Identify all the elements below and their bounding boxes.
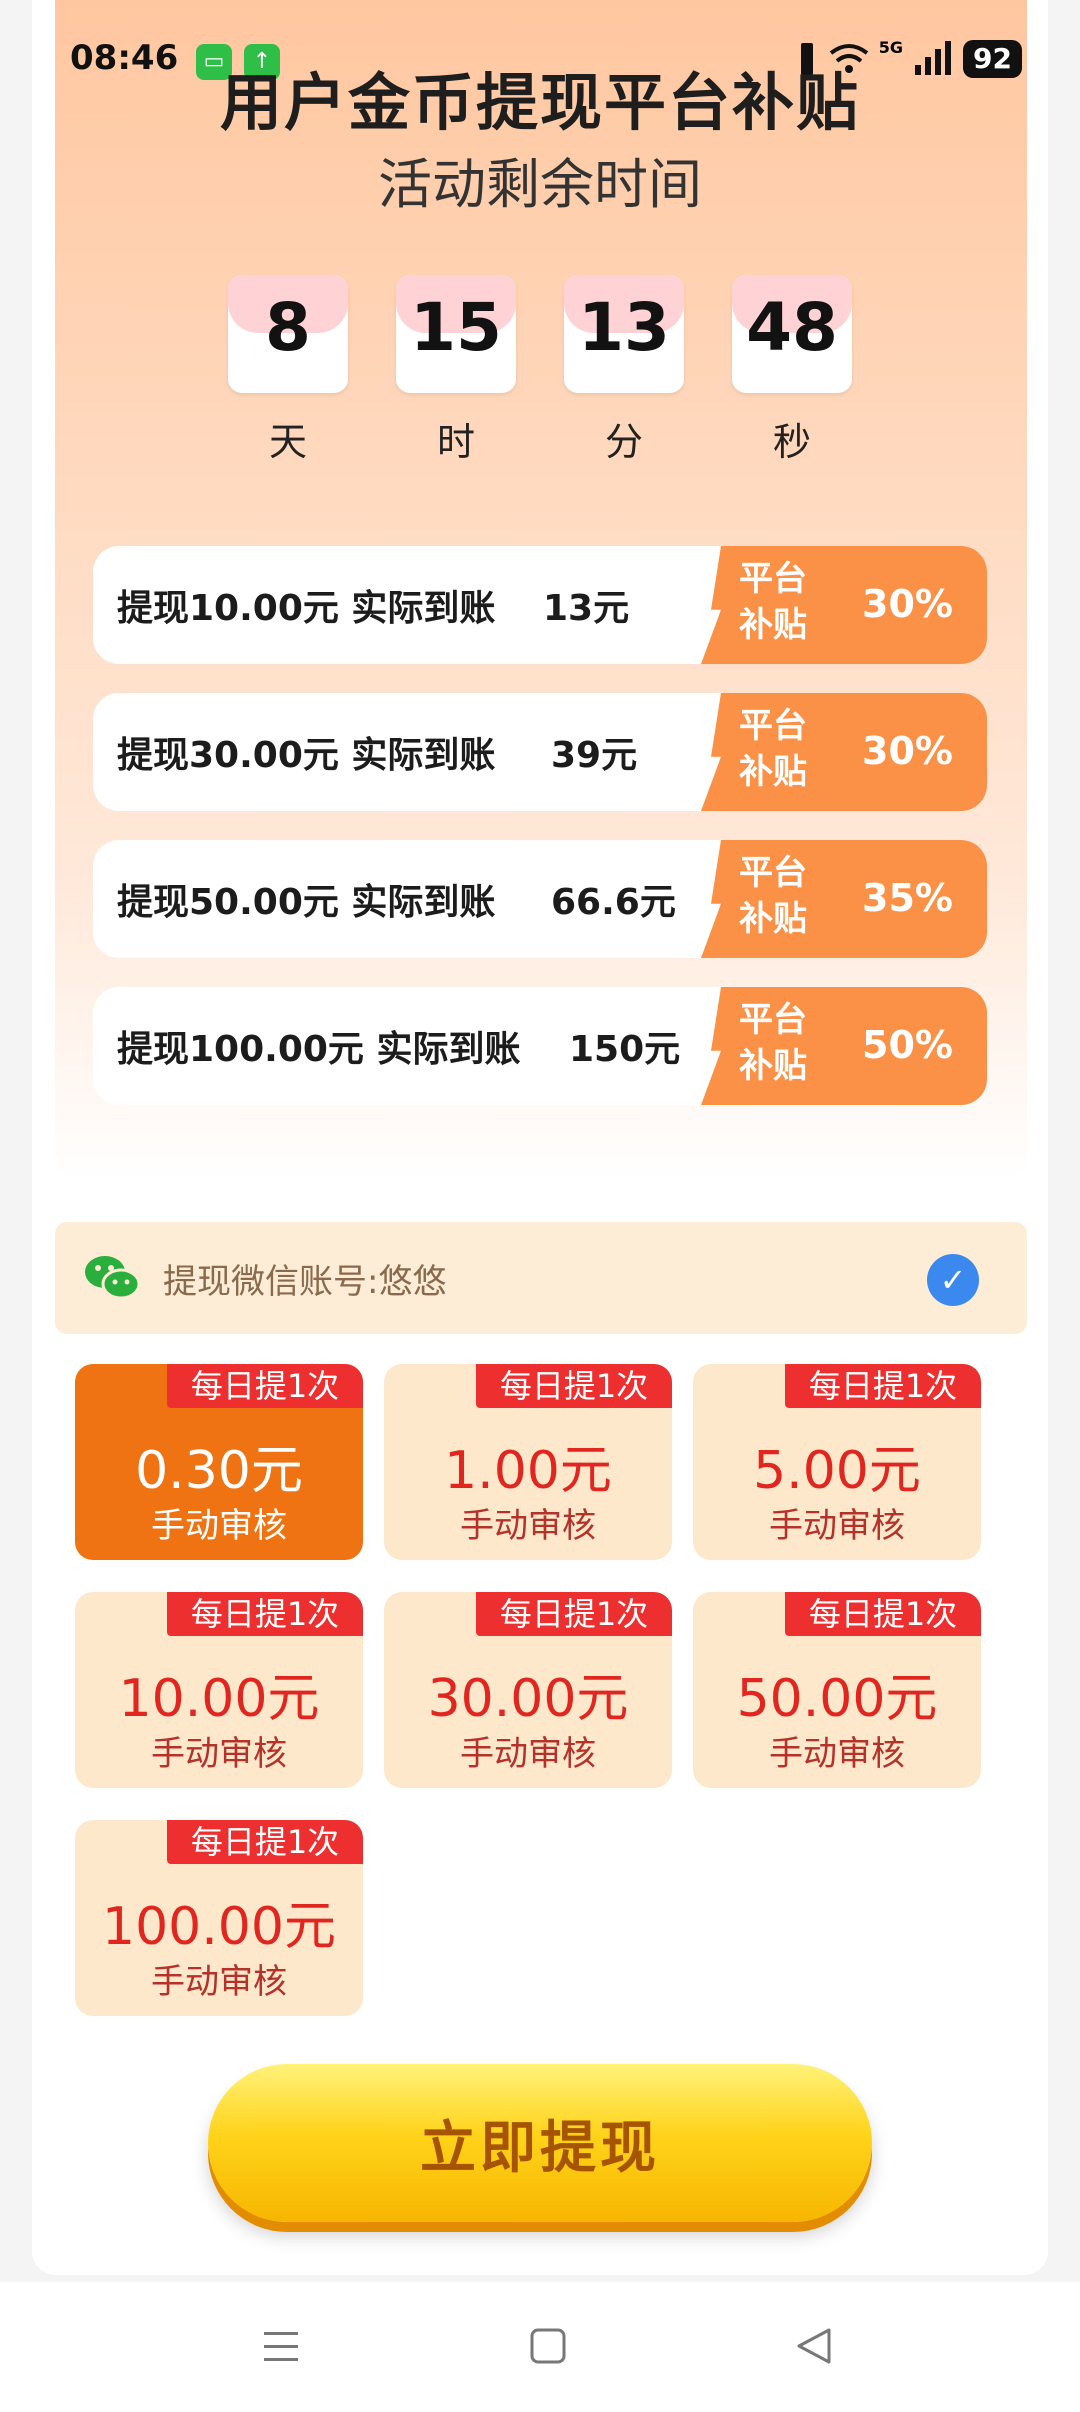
- daily-limit-tag: 每日提1次: [785, 1364, 981, 1408]
- option-amount: 50.00元: [736, 1669, 938, 1729]
- countdown-caption: 活动剩余时间: [378, 153, 702, 216]
- countdown-seconds: 48 秒: [732, 275, 852, 466]
- badge-percent: 35%: [862, 876, 953, 920]
- countdown-unit: 分: [604, 420, 643, 464]
- badge-label: 平台补贴: [739, 853, 807, 939]
- tier-received-amount: 150元: [569, 1029, 681, 1070]
- withdraw-now-button[interactable]: 立即提现: [208, 2064, 872, 2222]
- subsidy-tier-row: 提现100.00元 实际到账 150元 平台补贴 50%: [93, 987, 987, 1105]
- subsidy-badge: 平台补贴 50%: [701, 987, 987, 1105]
- subsidy-tier-list: 提现10.00元 实际到账 13元 平台补贴 30% 提现30.00元 实际到账…: [93, 546, 987, 1134]
- tier-description: 提现100.00元 实际到账: [117, 1029, 521, 1070]
- tier-received-amount: 66.6元: [551, 882, 676, 923]
- wechat-account-row[interactable]: 提现微信账号:悠悠 ✓: [55, 1222, 1027, 1334]
- daily-limit-tag: 每日提1次: [476, 1592, 672, 1636]
- option-review-note: 手动审核: [769, 1734, 905, 1774]
- option-amount: 1.00元: [444, 1441, 612, 1501]
- tier-description: 提现10.00元 实际到账: [117, 588, 496, 629]
- countdown-days: 8 天: [228, 275, 348, 466]
- badge-percent: 50%: [862, 1023, 953, 1067]
- withdraw-option[interactable]: 每日提1次 50.00元 手动审核: [693, 1592, 981, 1788]
- option-amount: 5.00元: [753, 1441, 921, 1501]
- subsidy-badge: 平台补贴 35%: [701, 840, 987, 958]
- page-title: 用户金币提现平台补贴: [219, 66, 860, 139]
- withdraw-option[interactable]: 每日提1次 10.00元 手动审核: [75, 1592, 363, 1788]
- back-icon[interactable]: [785, 2322, 845, 2372]
- subsidy-tier-row: 提现10.00元 实际到账 13元 平台补贴 30%: [93, 546, 987, 664]
- daily-limit-tag: 每日提1次: [167, 1364, 363, 1408]
- countdown-timer: 8 天 15 时 13 分 48 秒: [228, 275, 852, 466]
- subsidy-badge: 平台补贴 30%: [701, 546, 987, 664]
- countdown-unit: 秒: [772, 420, 811, 464]
- daily-limit-tag: 每日提1次: [785, 1592, 981, 1636]
- wechat-icon: [85, 1256, 141, 1300]
- countdown-value: 13: [578, 289, 670, 366]
- daily-limit-tag: 每日提1次: [167, 1592, 363, 1636]
- option-amount: 0.30元: [135, 1441, 303, 1501]
- option-review-note: 手动审核: [769, 1506, 905, 1546]
- subsidy-tier-row: 提现50.00元 实际到账 66.6元 平台补贴 35%: [93, 840, 987, 958]
- countdown-unit: 时: [436, 420, 475, 464]
- option-review-note: 手动审核: [151, 1734, 287, 1774]
- badge-label: 平台补贴: [739, 706, 807, 792]
- badge-percent: 30%: [862, 582, 953, 626]
- menu-icon[interactable]: [250, 2322, 310, 2372]
- subsidy-tier-row: 提现30.00元 实际到账 39元 平台补贴 30%: [93, 693, 987, 811]
- countdown-hours: 15 时: [396, 275, 516, 466]
- withdraw-option[interactable]: 每日提1次 1.00元 手动审核: [384, 1364, 672, 1560]
- withdraw-option[interactable]: 每日提1次 5.00元 手动审核: [693, 1364, 981, 1560]
- tier-received-amount: 39元: [551, 735, 638, 776]
- option-review-note: 手动审核: [151, 1962, 287, 2002]
- tier-description: 提现50.00元 实际到账: [117, 882, 496, 923]
- option-review-note: 手动审核: [460, 1506, 596, 1546]
- system-navigation-bar: [0, 2282, 1080, 2412]
- countdown-unit: 天: [268, 420, 307, 464]
- option-review-note: 手动审核: [151, 1506, 287, 1546]
- badge-label: 平台补贴: [739, 1000, 807, 1086]
- countdown-minutes: 13 分: [564, 275, 684, 466]
- check-icon[interactable]: ✓: [927, 1254, 979, 1306]
- daily-limit-tag: 每日提1次: [476, 1364, 672, 1408]
- countdown-value: 8: [265, 289, 311, 366]
- wechat-account-label: 提现微信账号:悠悠: [163, 1261, 447, 1302]
- withdraw-option[interactable]: 每日提1次 30.00元 手动审核: [384, 1592, 672, 1788]
- home-icon[interactable]: [518, 2322, 578, 2372]
- badge-label: 平台补贴: [739, 559, 807, 645]
- option-amount: 100.00元: [102, 1897, 336, 1957]
- tier-received-amount: 13元: [543, 588, 630, 629]
- option-amount: 30.00元: [427, 1669, 629, 1729]
- subsidy-badge: 平台补贴 30%: [701, 693, 987, 811]
- option-amount: 10.00元: [118, 1669, 320, 1729]
- tier-description: 提现30.00元 实际到账: [117, 735, 496, 776]
- countdown-value: 15: [410, 289, 502, 366]
- countdown-value: 48: [746, 289, 838, 366]
- withdraw-option[interactable]: 每日提1次 0.30元 手动审核: [75, 1364, 363, 1560]
- daily-limit-tag: 每日提1次: [167, 1820, 363, 1864]
- withdraw-option[interactable]: 每日提1次 100.00元 手动审核: [75, 1820, 363, 2016]
- option-review-note: 手动审核: [460, 1734, 596, 1774]
- badge-percent: 30%: [862, 729, 953, 773]
